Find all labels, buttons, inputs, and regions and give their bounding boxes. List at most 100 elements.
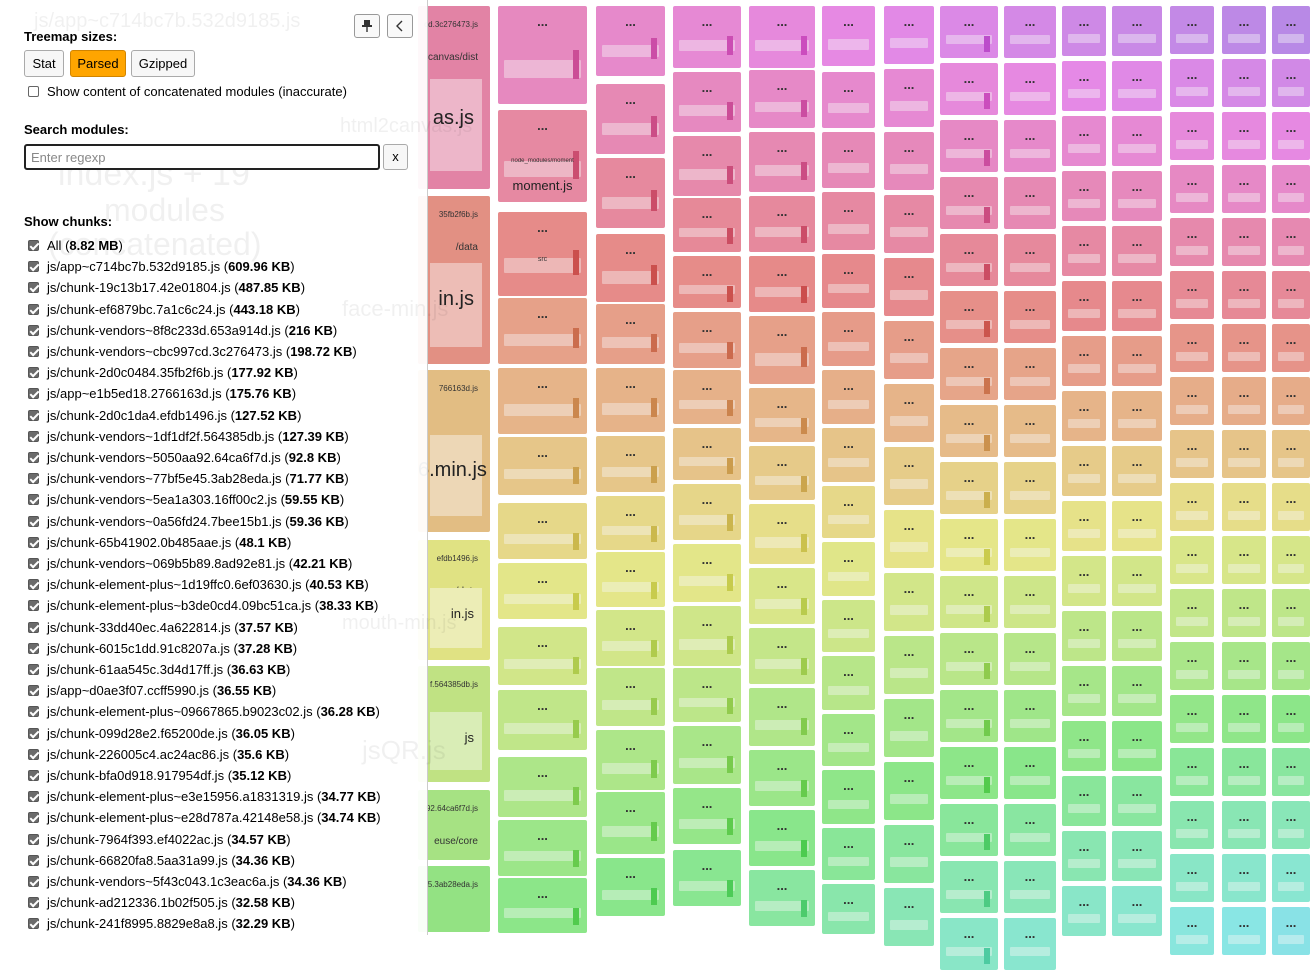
module-block[interactable]: ... (1272, 218, 1310, 266)
module-block[interactable]: ... (1272, 483, 1310, 531)
module-block[interactable]: ... (822, 884, 875, 934)
collapse-sidebar-button[interactable] (387, 14, 413, 38)
chunk-checkbox[interactable] (28, 706, 39, 718)
module-block[interactable]: ... (1272, 854, 1310, 902)
module-block[interactable]: ... (1170, 430, 1214, 478)
chunk-checkbox[interactable] (28, 897, 39, 909)
module-block[interactable]: ... (1170, 377, 1214, 425)
stat-button[interactable]: Stat (24, 50, 64, 77)
module-block[interactable]: ... (822, 192, 875, 250)
module-block[interactable]: ... (1170, 748, 1214, 796)
module-block[interactable]: ... (1004, 120, 1056, 172)
module-block[interactable]: ... (1004, 690, 1056, 742)
module-block[interactable]: ... (1222, 589, 1266, 637)
module-block[interactable]: ... (940, 63, 998, 115)
module-block[interactable]: ... (940, 462, 998, 514)
chunk-checkbox[interactable] (28, 240, 39, 251)
chunk-checkbox[interactable] (28, 833, 39, 845)
module-block[interactable]: ... (1004, 804, 1056, 856)
module-block[interactable]: ... (1222, 112, 1266, 160)
module-block[interactable]: ... (884, 195, 934, 253)
chunk-checkbox[interactable] (28, 876, 39, 887)
chunk-checkbox[interactable] (28, 812, 39, 824)
module-block[interactable]: ... (749, 388, 815, 442)
module-block[interactable]: ... (940, 633, 998, 685)
module-block[interactable]: ... (940, 747, 998, 799)
module-block[interactable]: ... (884, 258, 934, 316)
module-block[interactable]: ... (596, 730, 665, 790)
module-block[interactable]: ... (1170, 907, 1214, 955)
module-block[interactable]: ... (673, 6, 741, 68)
module-block[interactable]: ... (1170, 6, 1214, 54)
chunk-block[interactable]: cd.3c276473.js canvas/dist as.js (418, 6, 490, 189)
chunk-checkbox[interactable] (28, 579, 39, 591)
module-block[interactable]: ... (1004, 405, 1056, 457)
module-block[interactable]: ... (596, 368, 665, 432)
module-block[interactable]: ... (1112, 501, 1162, 551)
module-block[interactable]: ... (1222, 165, 1266, 213)
chunk-block[interactable]: 92.64ca6f7d.js euse/core (418, 790, 490, 860)
module-block[interactable]: ... (822, 132, 875, 188)
module-block[interactable]: ... (1222, 430, 1266, 478)
module-block[interactable]: ... (1112, 116, 1162, 166)
module-block[interactable]: ... (596, 552, 665, 607)
module-block[interactable]: ... (673, 370, 741, 424)
module-block[interactable]: ... (1272, 695, 1310, 743)
module-block[interactable]: ... (1272, 430, 1310, 478)
chunk-checkbox[interactable] (28, 558, 39, 569)
module-block[interactable]: ... (1004, 576, 1056, 628)
module-block[interactable]: ... (822, 72, 875, 128)
module-block[interactable]: ... (749, 568, 815, 624)
module-block[interactable]: ... (940, 120, 998, 172)
module-block[interactable]: ... (1272, 801, 1310, 849)
module-block[interactable]: ... (1062, 721, 1106, 771)
module-block[interactable]: ... (749, 750, 815, 806)
chunk-checkbox[interactable] (28, 473, 39, 485)
module-block[interactable]: ... (596, 234, 665, 302)
module-block[interactable]: ... (749, 628, 815, 684)
module-block[interactable]: ... (1222, 748, 1266, 796)
chunk-checkbox[interactable] (28, 261, 39, 273)
module-block[interactable]: ... (1004, 462, 1056, 514)
chunk-checkbox[interactable] (28, 621, 39, 633)
module-block[interactable]: ... (822, 828, 875, 880)
module-block[interactable]: ... (498, 368, 587, 434)
module-block[interactable]: ... (1272, 165, 1310, 213)
concat-modules-checkbox[interactable] (28, 86, 39, 97)
module-block[interactable]: ... (1170, 536, 1214, 584)
module-block[interactable]: ... (1062, 226, 1106, 276)
module-block[interactable]: ... (673, 726, 741, 784)
module-block[interactable]: ... (884, 69, 934, 127)
module-block[interactable]: ... (1272, 589, 1310, 637)
module-block[interactable]: ... (940, 519, 998, 571)
module-block[interactable]: ... (1062, 611, 1106, 661)
module-block[interactable]: ... (596, 610, 665, 666)
module-block[interactable]: ... (1170, 112, 1214, 160)
chunk-checkbox[interactable] (28, 409, 39, 421)
module-block[interactable]: ... (1112, 61, 1162, 111)
module-block[interactable]: ... (1272, 59, 1310, 107)
module-block[interactable]: ... (749, 446, 815, 500)
module-block[interactable]: ... (822, 428, 875, 482)
module-block[interactable]: ... (673, 850, 741, 906)
module-block[interactable]: ... (1062, 171, 1106, 221)
module-block[interactable]: ... (822, 370, 875, 424)
module-block[interactable]: ... (1222, 6, 1266, 54)
module-block[interactable]: ... (596, 436, 665, 492)
module-block[interactable]: ... (1222, 642, 1266, 690)
module-block[interactable]: ... (1004, 291, 1056, 343)
module-block[interactable]: ... (1272, 642, 1310, 690)
chunk-block[interactable]: 5.3ab28eda.js (418, 866, 490, 932)
module-block[interactable]: ... (1112, 666, 1162, 716)
module-block[interactable]: ... (884, 447, 934, 505)
module-block[interactable]: ... (1222, 695, 1266, 743)
module-block[interactable]: ... (1170, 165, 1214, 213)
module-block[interactable]: ... (1004, 633, 1056, 685)
chunk-block[interactable]: 35fb2f6b.js/data in.js (418, 196, 490, 364)
module-block[interactable]: ... (749, 870, 815, 926)
module-block[interactable]: ... (884, 132, 934, 190)
module-block[interactable]: ... (498, 6, 587, 104)
module-block[interactable]: ... node_modules/moment moment.js (498, 110, 587, 202)
module-block[interactable]: ... (1062, 116, 1106, 166)
module-block[interactable]: ... (749, 196, 815, 252)
